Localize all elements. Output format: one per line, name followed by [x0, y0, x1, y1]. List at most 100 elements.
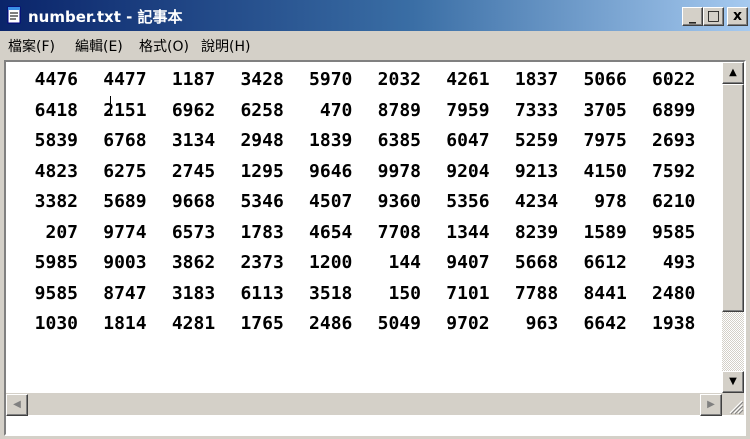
number-value: 4234 [514, 191, 559, 212]
number-value: 7959 [446, 99, 490, 121]
number-value: 1837 [514, 69, 559, 90]
number-value: 6642 [583, 313, 627, 334]
number-value: 3705 [583, 99, 627, 121]
number-value: 4476 [34, 69, 78, 90]
arrow-up-icon: ▲ [729, 67, 737, 78]
number-value: 9668 [171, 191, 216, 212]
number-value: 7975 [583, 130, 627, 151]
number-value: 8239 [514, 221, 559, 243]
number-value: 8747 [103, 282, 147, 304]
number-value: 3428 [240, 69, 284, 90]
arrow-right-icon: ▶ [707, 399, 715, 410]
number-value: 3518 [309, 282, 353, 304]
maximize-icon: □ [706, 8, 721, 24]
text-line: 207 9774 6573 1783 4654 7708 1344 8239 1589 9585 [6, 220, 722, 246]
number-value: 978 [594, 191, 627, 212]
number-value: 3382 [34, 191, 78, 212]
text-line: 3382 5689 9668 5346 4507 9360 5356 4234 978 6210 [6, 189, 722, 215]
number-value: 470 [319, 99, 353, 121]
edit-area-frame: 4476 4477 1187 3428 5970 2032 4261 1837 5066 6022… [4, 60, 746, 436]
scroll-up-button[interactable]: ▲ [722, 62, 744, 84]
menu-help[interactable]: 說明(H) [201, 36, 250, 56]
number-value: 5970 [309, 69, 353, 90]
number-value: 1765 [240, 313, 284, 334]
text-line: 4823 6275 2745 1295 9646 9978 9204 9213 4150 7592 [6, 159, 722, 185]
window-title: number.txt - 記事本 [28, 8, 183, 26]
scroll-down-button[interactable]: ▼ [722, 371, 744, 393]
number-value: 6385 [377, 130, 421, 151]
number-value: 5668 [514, 252, 559, 273]
number-value: 1200 [309, 252, 353, 273]
notepad-window: number.txt - 記事本 _ □ x 檔案(F) 編輯(E) 格式(O)… [0, 0, 750, 439]
size-grip-icon[interactable] [722, 393, 744, 415]
title-bar[interactable]: number.txt - 記事本 _ □ x [0, 0, 750, 31]
close-button[interactable]: x [727, 7, 748, 26]
number-value: 1839 [309, 130, 353, 151]
number-value: 6768 [103, 130, 147, 151]
number-value: 9585 [34, 282, 78, 304]
number-value: 2745 [171, 160, 216, 182]
number-value: 9407 [446, 252, 490, 273]
minimize-button[interactable]: _ [682, 7, 703, 26]
text-line: 6418 2151 6962 6258 470 8789 7959 7333 3705 6899 [6, 98, 722, 124]
vertical-scrollbar[interactable]: ▲ ▼ [722, 62, 744, 393]
number-value: 6113 [240, 282, 284, 304]
number-value: 6210 [652, 191, 696, 212]
number-value: 2151 [103, 99, 147, 121]
number-value: 2373 [240, 252, 284, 273]
number-value: 9213 [514, 160, 559, 182]
menu-bar: 檔案(F) 編輯(E) 格式(O) 說明(H) [0, 31, 750, 57]
scroll-right-button[interactable]: ▶ [700, 394, 722, 416]
number-value: 5066 [583, 69, 627, 90]
number-value: 7101 [446, 282, 490, 304]
number-value: 963 [525, 313, 559, 334]
number-value: 7708 [377, 221, 421, 243]
number-value: 5839 [34, 130, 78, 151]
close-icon: x [732, 8, 743, 24]
number-value: 7592 [652, 160, 696, 182]
number-value: 2480 [652, 282, 696, 304]
number-value: 1344 [446, 221, 490, 243]
number-value: 8441 [583, 282, 627, 304]
number-value: 4477 [103, 69, 147, 90]
maximize-button[interactable]: □ [703, 7, 724, 26]
number-value: 4507 [309, 191, 353, 212]
number-value: 5985 [34, 252, 78, 273]
number-value: 1295 [240, 160, 284, 182]
number-value: 7788 [514, 282, 559, 304]
number-value: 3134 [171, 130, 216, 151]
vertical-scroll-thumb[interactable] [722, 84, 744, 312]
number-value: 207 [45, 221, 78, 243]
number-value: 9003 [103, 252, 147, 273]
number-value: 4150 [583, 160, 627, 182]
text-line: 5985 9003 3862 2373 1200 144 9407 5668 6612 493 [6, 250, 722, 276]
menu-format[interactable]: 格式(O) [139, 36, 189, 56]
number-value: 5049 [377, 313, 421, 334]
number-value: 144 [388, 252, 421, 273]
menu-file[interactable]: 檔案(F) [8, 36, 55, 56]
arrow-left-icon: ◀ [13, 399, 21, 410]
text-line: 4476 4477 1187 3428 5970 2032 4261 1837 5066 6022 [6, 67, 722, 93]
number-value: 3183 [171, 282, 216, 304]
number-value: 5689 [103, 191, 147, 212]
menu-edit[interactable]: 編輯(E) [75, 36, 123, 56]
number-value: 6258 [240, 99, 284, 121]
number-value: 1030 [34, 313, 78, 334]
number-value: 6612 [583, 252, 627, 273]
number-value: 2032 [377, 69, 421, 90]
number-value: 9204 [446, 160, 490, 182]
number-value: 8789 [377, 99, 421, 121]
number-value: 9978 [377, 160, 421, 182]
number-value: 150 [388, 282, 421, 304]
number-value: 2693 [652, 130, 696, 151]
text-editor[interactable]: 4476 4477 1187 3428 5970 2032 4261 1837 5066 6022… [6, 62, 722, 393]
number-value: 4823 [34, 160, 78, 182]
number-value: 6275 [103, 160, 147, 182]
text-line: 1030 1814 4281 1765 2486 5049 9702 963 6642 1938 [6, 311, 722, 337]
number-value: 9646 [309, 160, 353, 182]
number-value: 3862 [171, 252, 216, 273]
number-value: 9774 [103, 221, 147, 243]
horizontal-scrollbar[interactable]: ◀ ▶ [6, 393, 722, 416]
number-value: 6899 [652, 99, 696, 121]
scroll-left-button[interactable]: ◀ [6, 394, 28, 416]
